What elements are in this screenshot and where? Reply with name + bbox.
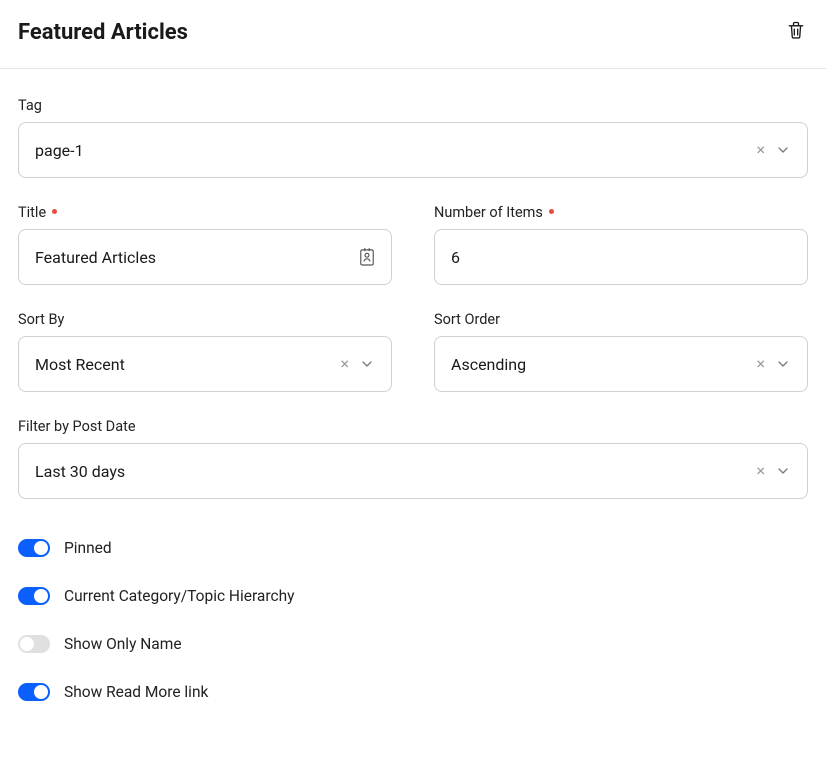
sort-order-select-value: Ascending bbox=[451, 355, 756, 374]
read-more-toggle-label: Show Read More link bbox=[64, 683, 208, 701]
filter-by-post-date-select[interactable]: Last 30 days × bbox=[18, 443, 808, 499]
toggle-knob bbox=[34, 541, 48, 555]
toggle-knob bbox=[34, 685, 48, 699]
contact-card-icon[interactable] bbox=[359, 247, 375, 267]
field-filter-by-post-date: Filter by Post Date Last 30 days × bbox=[18, 418, 808, 499]
field-label-filter-by-post-date: Filter by Post Date bbox=[18, 418, 808, 435]
toggle-group: Pinned Current Category/Topic Hierarchy … bbox=[18, 531, 808, 701]
toggle-row-hierarchy: Current Category/Topic Hierarchy bbox=[18, 587, 808, 605]
toggle-knob bbox=[20, 637, 34, 651]
field-label-sort-by: Sort By bbox=[18, 311, 392, 328]
sort-by-select[interactable]: Most Recent × bbox=[18, 336, 392, 392]
toggle-row-pinned: Pinned bbox=[18, 539, 808, 557]
read-more-toggle[interactable] bbox=[18, 683, 50, 701]
field-label-tag: Tag bbox=[18, 97, 808, 114]
show-only-name-toggle-label: Show Only Name bbox=[64, 635, 182, 653]
toggle-knob bbox=[34, 589, 48, 603]
sort-order-select[interactable]: Ascending × bbox=[434, 336, 808, 392]
chevron-down-icon[interactable] bbox=[775, 142, 791, 158]
chevron-down-icon[interactable] bbox=[775, 463, 791, 479]
select-actions: × bbox=[756, 463, 791, 479]
filter-by-post-date-select-value: Last 30 days bbox=[35, 462, 756, 481]
show-only-name-toggle[interactable] bbox=[18, 635, 50, 653]
select-actions: × bbox=[756, 142, 791, 158]
required-indicator bbox=[549, 209, 554, 214]
field-label-number-of-items: Number of Items bbox=[434, 204, 808, 221]
clear-icon[interactable]: × bbox=[756, 463, 765, 479]
field-label-sort-order: Sort Order bbox=[434, 311, 808, 328]
field-tag: Tag page-1 × bbox=[18, 97, 808, 178]
field-sort-order: Sort Order Ascending × bbox=[434, 311, 808, 392]
tag-select[interactable]: page-1 × bbox=[18, 122, 808, 178]
tag-select-value: page-1 bbox=[35, 141, 756, 160]
field-title: Title bbox=[18, 204, 392, 285]
field-number-of-items: Number of Items bbox=[434, 204, 808, 285]
field-sort-by: Sort By Most Recent × bbox=[18, 311, 392, 392]
pinned-toggle[interactable] bbox=[18, 539, 50, 557]
required-indicator bbox=[52, 209, 57, 214]
hierarchy-toggle[interactable] bbox=[18, 587, 50, 605]
chevron-down-icon[interactable] bbox=[359, 356, 375, 372]
chevron-down-icon[interactable] bbox=[775, 356, 791, 372]
panel-header: Featured Articles bbox=[0, 0, 826, 69]
field-label-title: Title bbox=[18, 204, 392, 221]
select-actions: × bbox=[340, 356, 375, 372]
clear-icon[interactable]: × bbox=[756, 356, 765, 372]
number-of-items-input[interactable] bbox=[451, 248, 791, 267]
clear-icon[interactable]: × bbox=[756, 142, 765, 158]
trash-icon bbox=[786, 20, 806, 44]
clear-icon[interactable]: × bbox=[340, 356, 349, 372]
toggle-row-show-only-name: Show Only Name bbox=[18, 635, 808, 653]
toggle-row-read-more: Show Read More link bbox=[18, 683, 808, 701]
delete-button[interactable] bbox=[784, 18, 808, 46]
sort-by-select-value: Most Recent bbox=[35, 355, 340, 374]
form-body: Tag page-1 × Title bbox=[0, 69, 826, 701]
page-title: Featured Articles bbox=[18, 20, 188, 45]
title-input-wrapper bbox=[18, 229, 392, 285]
number-of-items-input-wrapper bbox=[434, 229, 808, 285]
hierarchy-toggle-label: Current Category/Topic Hierarchy bbox=[64, 587, 294, 605]
pinned-toggle-label: Pinned bbox=[64, 539, 112, 557]
title-input[interactable] bbox=[35, 248, 359, 267]
select-actions: × bbox=[756, 356, 791, 372]
